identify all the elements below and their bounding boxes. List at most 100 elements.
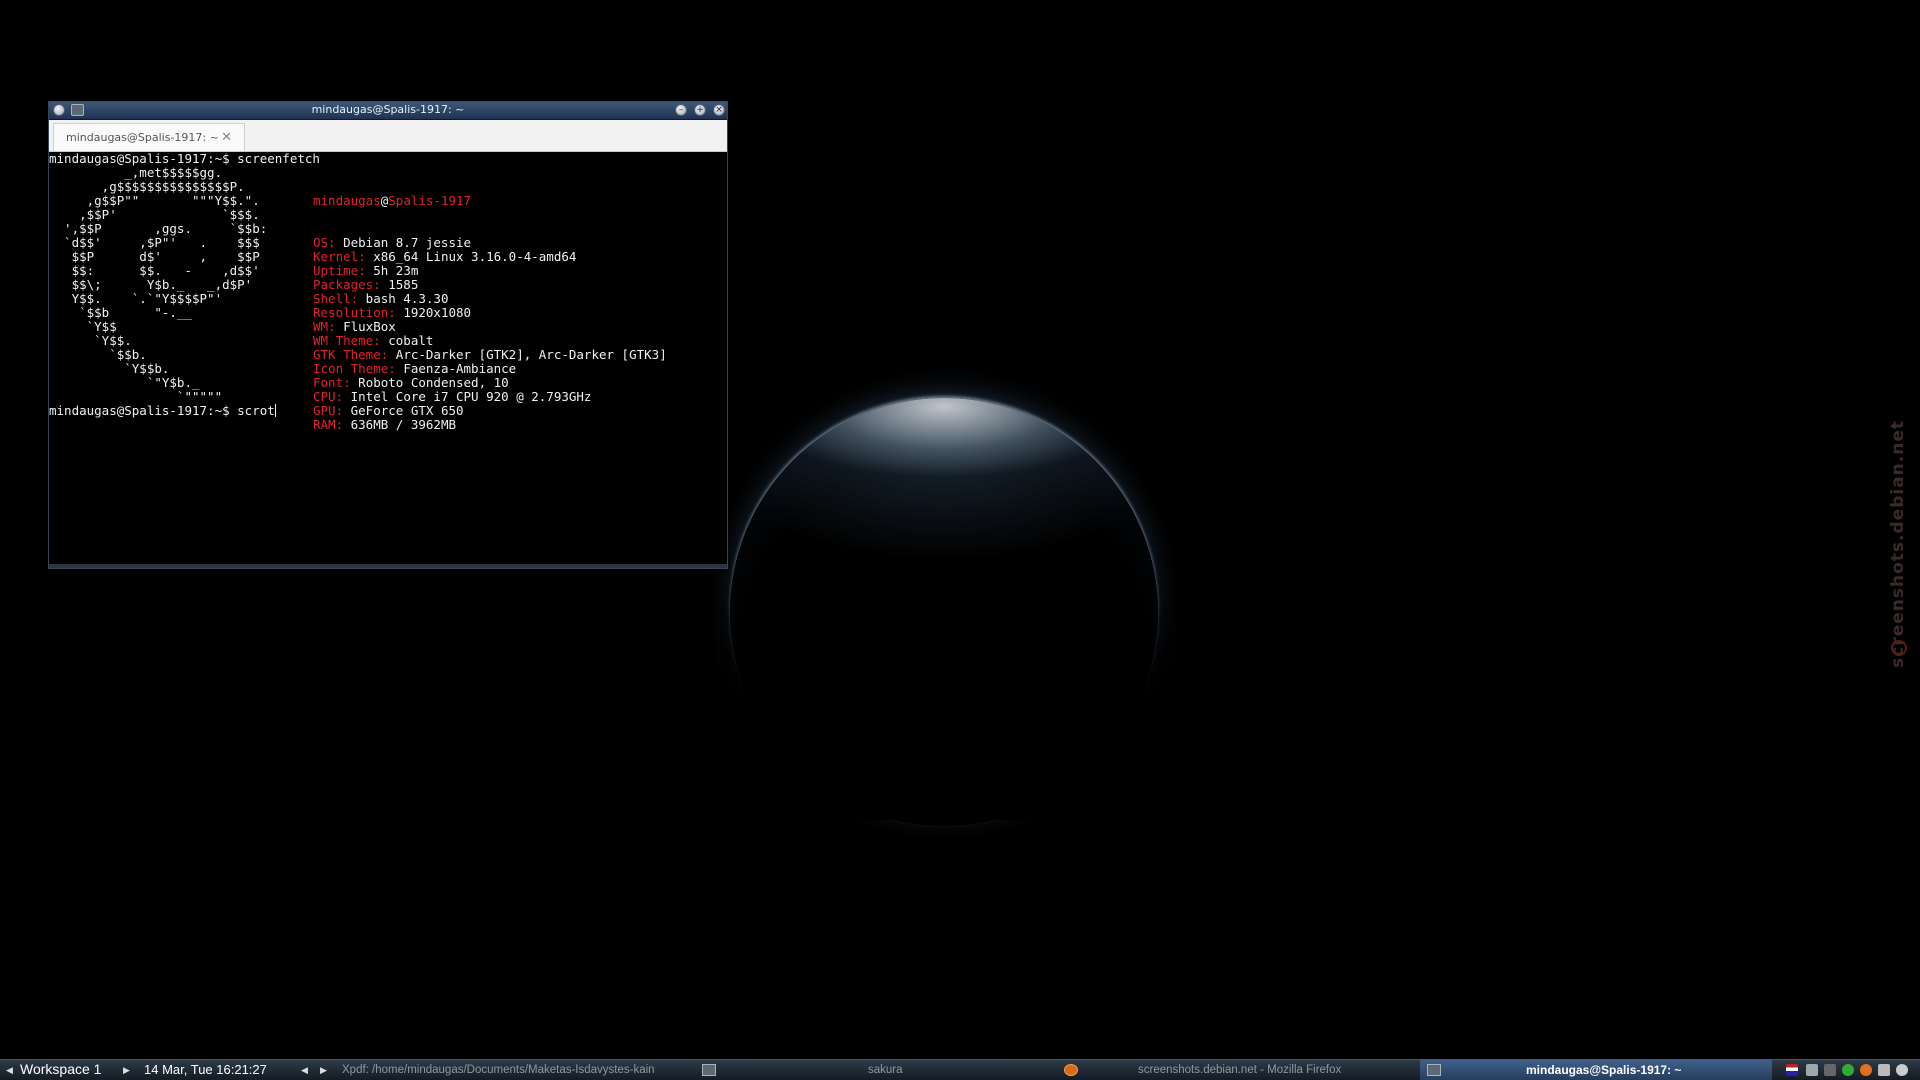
logo-line: ',$$P ,ggs. `$$b: [49, 221, 268, 236]
clipboard-icon[interactable] [1878, 1064, 1890, 1076]
info-key: RAM: [313, 417, 344, 432]
info-key: Icon Theme: [313, 361, 396, 376]
window-prev-icon[interactable]: ◀ [301, 1065, 308, 1076]
workspace-prev-icon[interactable]: ◀ [6, 1065, 13, 1076]
info-key: WM: [313, 319, 336, 334]
info-value: cobalt [380, 333, 434, 348]
info-value: 5h 23m [365, 263, 419, 278]
info-key: WM Theme: [313, 333, 381, 348]
prompt-line: mindaugas@Spalis-1917:~$ screenfetch [49, 151, 320, 166]
info-row: GPU: GeForce GTX 650 [313, 404, 667, 418]
info-row: Shell: bash 4.3.30 [313, 292, 667, 306]
tab-label: mindaugas@Spalis-1917: ~ [66, 131, 219, 144]
info-row: OS: Debian 8.7 jessie [313, 236, 667, 250]
info-value: Faenza-Ambiance [395, 361, 517, 376]
tab-close-icon[interactable]: ✕ [221, 130, 232, 145]
logo-line: $$P d$' , $$P [49, 249, 260, 264]
logo-line: `Y$$. [49, 333, 132, 348]
logo-line: `$$b. [49, 347, 147, 362]
window-next-icon[interactable]: ▶ [320, 1065, 327, 1076]
update-icon[interactable] [1842, 1064, 1854, 1076]
info-key: CPU: [313, 389, 344, 404]
host-name: Spalis-1917 [388, 193, 472, 208]
workspace-next-icon[interactable]: ▶ [123, 1065, 130, 1076]
info-key: Resolution: [313, 305, 396, 320]
logo-line: `Y$$b. [49, 361, 170, 376]
logo-line: $$: $$. - ,d$$' [49, 263, 260, 278]
close-icon[interactable]: × [713, 104, 725, 116]
watermark-logo-icon [1891, 640, 1907, 656]
window-titlebar[interactable]: mindaugas@Spalis-1917: ~ – + × [49, 102, 727, 120]
info-value: Arc-Darker [GTK2], Arc-Darker [GTK3] [388, 347, 667, 362]
task-sakura[interactable]: sakura [868, 1064, 903, 1076]
text-cursor [274, 404, 276, 417]
info-value: GeForce GTX 650 [343, 403, 464, 418]
logo-line: `$$b "-.__ [49, 305, 192, 320]
logo-line: `"Y$b._ [49, 375, 200, 390]
maximize-icon[interactable]: + [694, 104, 706, 116]
info-key: GTK Theme: [313, 347, 389, 362]
window-title: mindaugas@Spalis-1917: ~ [311, 103, 465, 116]
debian-ascii-logo: _,met$$$$$gg. ,g$$$$$$$$$$$$$$$P. ,g$$P"… [49, 166, 267, 404]
info-row: GTK Theme: Arc-Darker [GTK2], Arc-Darker… [313, 348, 667, 362]
info-value: 1585 [380, 277, 419, 292]
info-row: RAM: 636MB / 3962MB [313, 418, 667, 432]
info-row: CPU: Intel Core i7 CPU 920 @ 2.793GHz [313, 390, 667, 404]
volume-icon[interactable] [1824, 1064, 1836, 1076]
info-value: x86_64 Linux 3.16.0-4-amd64 [365, 249, 577, 264]
user-name: mindaugas [313, 193, 381, 208]
user-host-line: mindaugas@Spalis-1917 [313, 194, 667, 208]
logo-line: `d$$' ,$P"' . $$$ [49, 235, 260, 250]
info-row: WM Theme: cobalt [313, 334, 667, 348]
workspace-name[interactable]: Workspace 1 [20, 1061, 101, 1077]
power-icon[interactable] [1896, 1064, 1908, 1076]
keyboard-layout-flag-icon[interactable] [1786, 1064, 1798, 1076]
terminal-task-icon [702, 1064, 716, 1076]
terminal-active-task-icon [1427, 1064, 1441, 1076]
terminal-output[interactable]: mindaugas@Spalis-1917:~$ screenfetch _,m… [49, 152, 727, 564]
info-key: GPU: [313, 403, 344, 418]
info-key: Kernel: [313, 249, 366, 264]
info-key: Font: [313, 375, 351, 390]
window-bottom-border [49, 564, 727, 568]
prompt-line-2[interactable]: mindaugas@Spalis-1917:~$ scrot [49, 404, 276, 418]
terminal-window[interactable]: mindaugas@Spalis-1917: ~ – + × mindaugas… [48, 101, 728, 569]
info-value: FluxBox [335, 319, 396, 334]
info-row: Packages: 1585 [313, 278, 667, 292]
info-value: 636MB / 3962MB [343, 417, 456, 432]
info-row: Kernel: x86_64 Linux 3.16.0-4-amd64 [313, 250, 667, 264]
notification-icon[interactable] [1860, 1064, 1872, 1076]
task-firefox[interactable]: screenshots.debian.net - Mozilla Firefox [1138, 1064, 1341, 1076]
clock: 14 Mar, Tue 16:21:27 [144, 1062, 267, 1077]
info-value: 1920x1080 [395, 305, 472, 320]
watermark-text: screenshots.debian.net [1888, 420, 1908, 668]
info-key: Uptime: [313, 263, 366, 278]
tab-bar: mindaugas@Spalis-1917: ~ ✕ [49, 120, 727, 152]
firefox-icon [1064, 1064, 1078, 1076]
info-row: WM: FluxBox [313, 320, 667, 334]
minimize-icon[interactable]: – [675, 104, 687, 116]
info-value: Intel Core i7 CPU 920 @ 2.793GHz [343, 389, 592, 404]
logo-line: ,$$P' `$$$. [49, 207, 260, 222]
logo-line: Y$$. `.`"Y$$$$P"' [49, 291, 223, 306]
info-row: Font: Roboto Condensed, 10 [313, 376, 667, 390]
info-key: OS: [313, 235, 336, 250]
info-value: bash 4.3.30 [358, 291, 449, 306]
info-value: Debian 8.7 jessie [335, 235, 472, 250]
task-xpdf[interactable]: Xpdf: /home/mindaugas/Documents/Maketas-… [342, 1064, 655, 1076]
planet-shadow [720, 560, 1170, 820]
info-row: Resolution: 1920x1080 [313, 306, 667, 320]
info-row: Icon Theme: Faenza-Ambiance [313, 362, 667, 376]
task-terminal-active[interactable]: mindaugas@Spalis-1917: ~ [1526, 1063, 1681, 1077]
taskbar: ◀ Workspace 1 ▶ 14 Mar, Tue 16:21:27 ◀ ▶… [0, 1059, 1920, 1080]
info-row: Uptime: 5h 23m [313, 264, 667, 278]
info-key: Shell: [313, 291, 359, 306]
logo-line: $$\; Y$b._ _,d$P' [49, 277, 253, 292]
logo-line: ,g$$P"" """Y$$.". [49, 193, 260, 208]
prompt-text: mindaugas@Spalis-1917:~$ scrot [49, 403, 275, 418]
info-key: Packages: [313, 277, 381, 292]
info-value: Roboto Condensed, 10 [350, 375, 509, 390]
logo-line: ,g$$$$$$$$$$$$$$$P. [49, 179, 245, 194]
network-icon[interactable] [1806, 1064, 1818, 1076]
tab-terminal[interactable]: mindaugas@Spalis-1917: ~ ✕ [53, 123, 245, 151]
